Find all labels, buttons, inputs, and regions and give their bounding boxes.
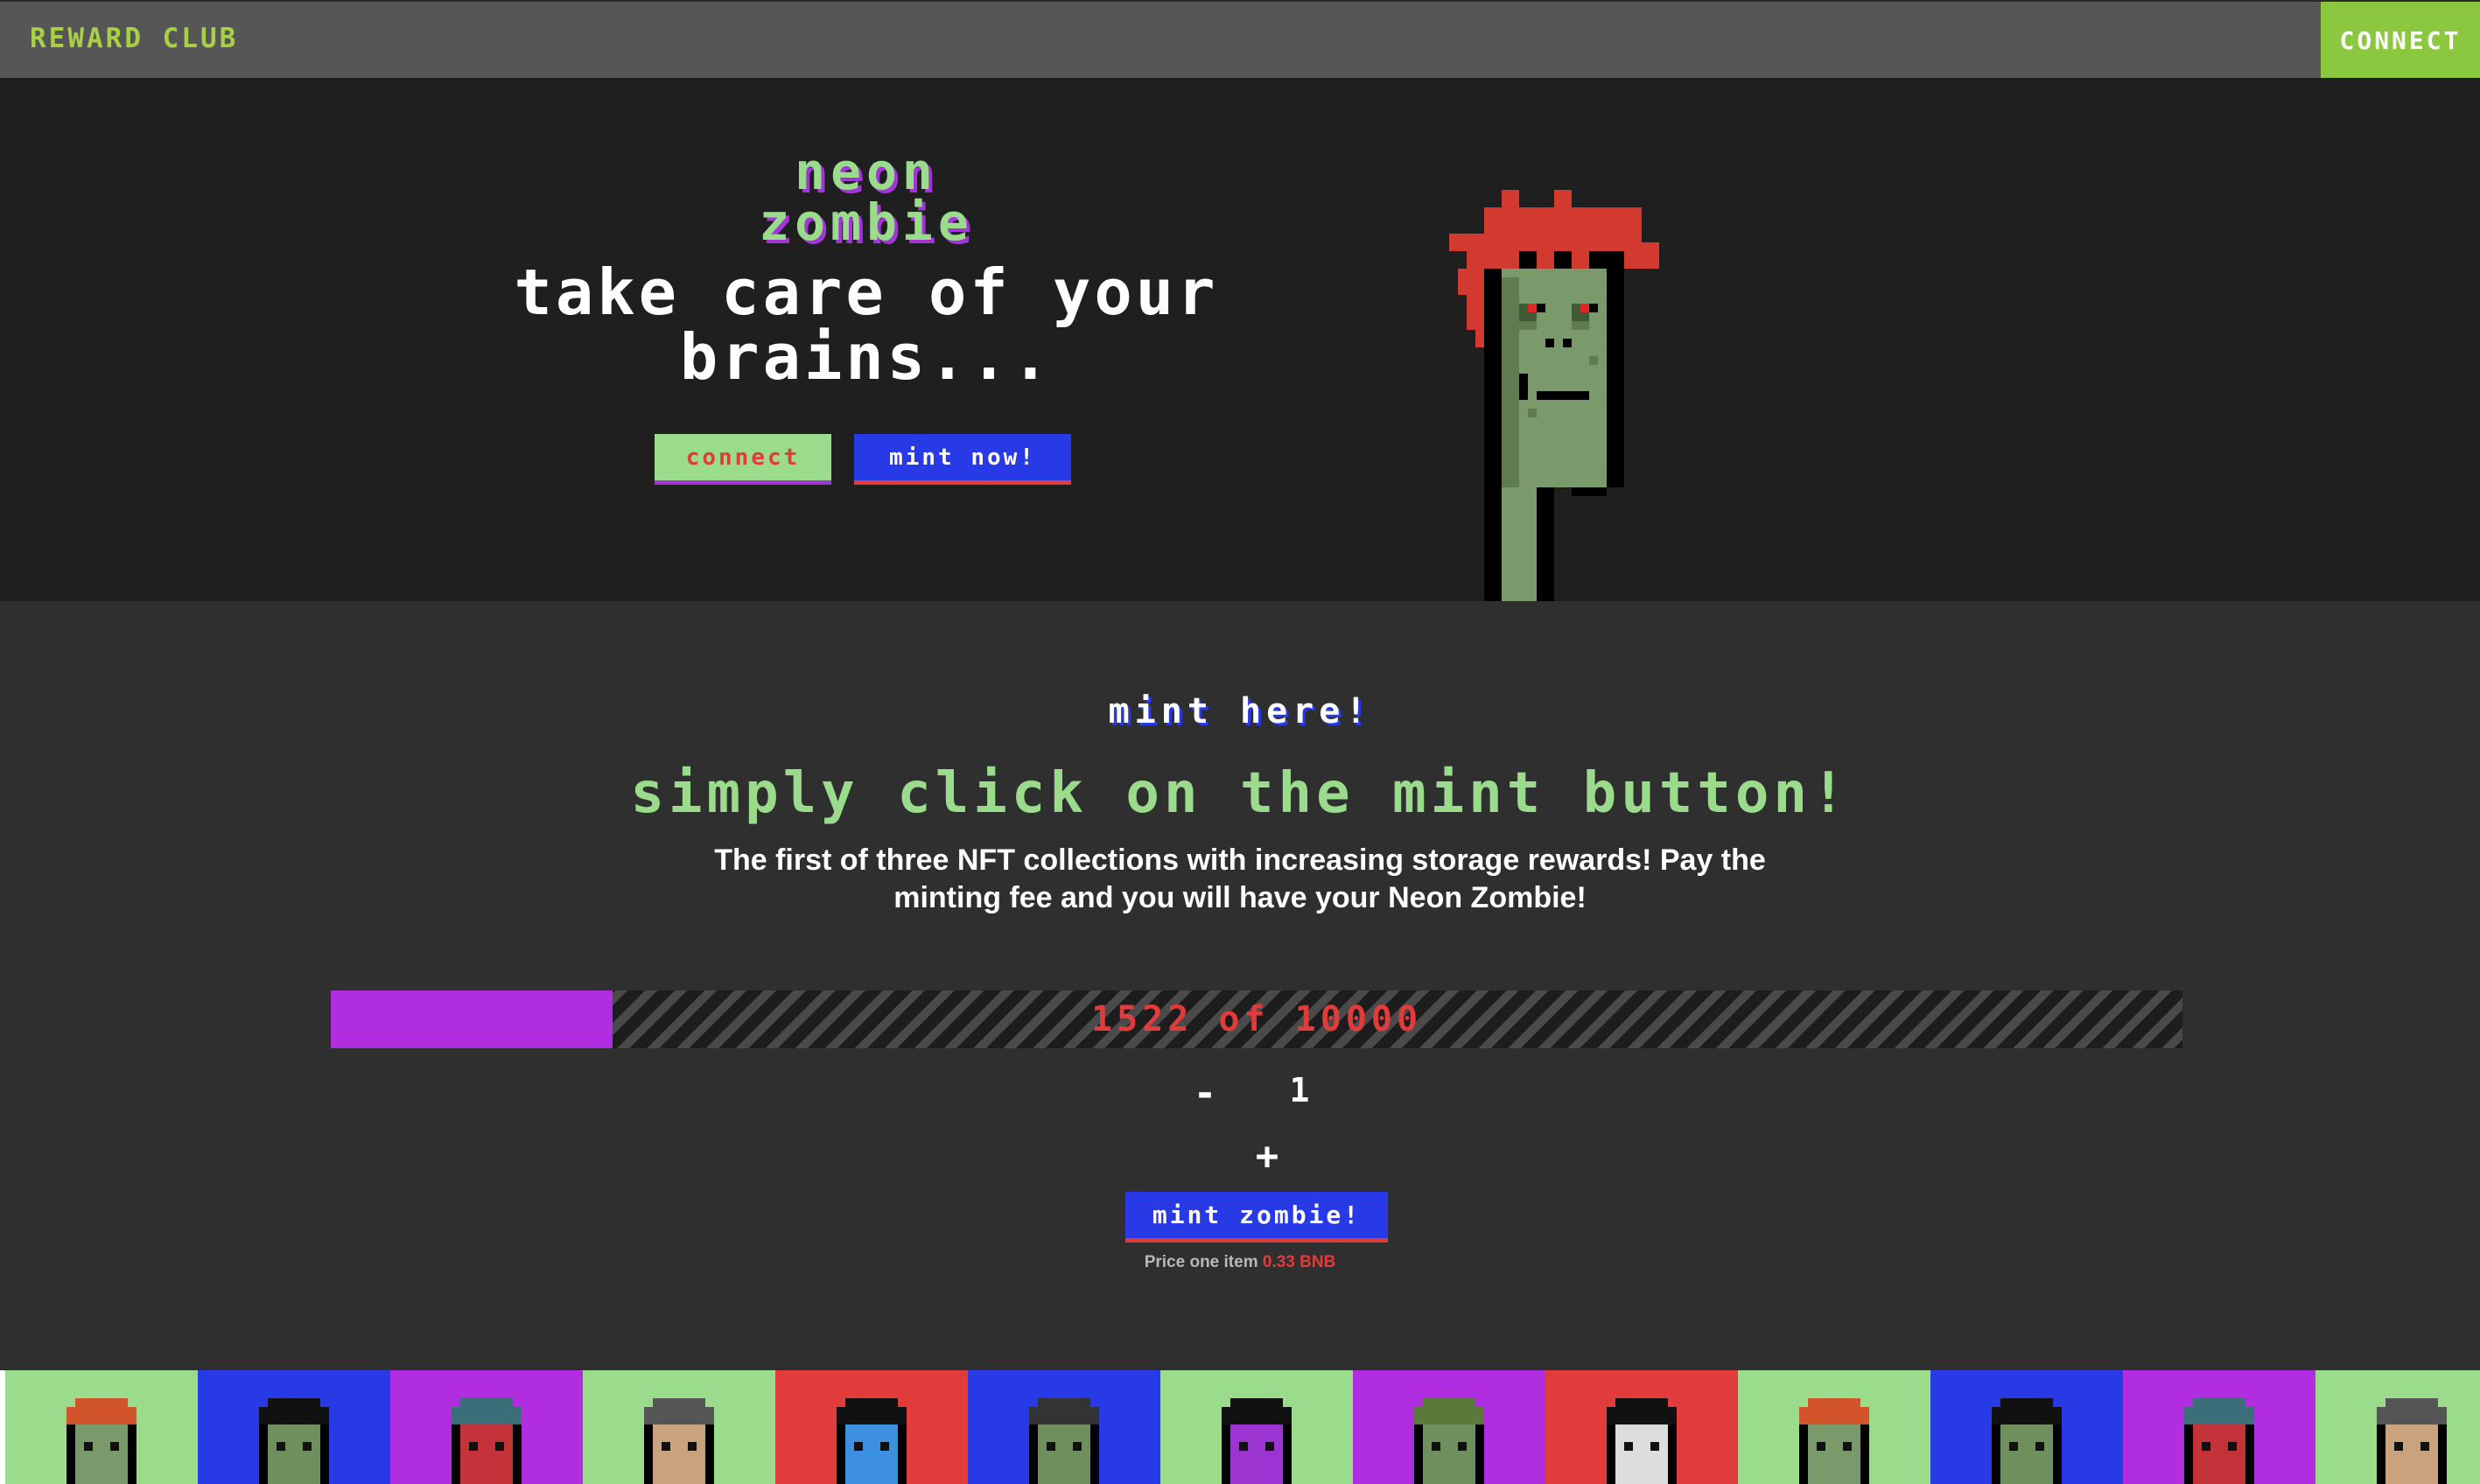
mint-lead-text: Simply click on the mint button!	[630, 761, 1850, 826]
mint-progress-label: 1522 of 10000	[1090, 999, 1423, 1040]
nft-thumbnail[interactable]	[1545, 1370, 1738, 1484]
nft-thumbnail[interactable]	[775, 1370, 968, 1484]
nft-thumbnail[interactable]	[390, 1370, 583, 1484]
brand-logo[interactable]: REWARD CLUB	[30, 23, 238, 54]
nft-avatar	[837, 1398, 907, 1484]
nft-avatar	[1222, 1398, 1292, 1484]
price-info: Price one item 0.33 BNB	[963, 1253, 1517, 1272]
quantity-decrement-button[interactable]: -	[1192, 1071, 1218, 1116]
nft-thumbnail[interactable]	[198, 1370, 390, 1484]
nft-thumbnail[interactable]	[2315, 1370, 2480, 1484]
nft-thumbnail[interactable]	[968, 1370, 1160, 1484]
quantity-value: 1	[1289, 1071, 1310, 1110]
top-nav: REWARD CLUB CONNECT	[0, 0, 2480, 80]
nft-avatar	[2184, 1398, 2254, 1484]
mint-progress-bar: 1522 of 10000	[331, 990, 2182, 1048]
hero-title-line1: NEON	[795, 142, 938, 201]
nft-thumbnail[interactable]	[1353, 1370, 1545, 1484]
nft-thumbnail[interactable]	[1930, 1370, 2123, 1484]
hero-subtitle: Take care of your brains...	[514, 256, 1219, 394]
hero-section: NEON ZOMBIE Take care of your brains... …	[0, 78, 2480, 601]
nft-avatar	[1992, 1398, 2062, 1484]
nft-avatar	[644, 1398, 714, 1484]
quantity-increment-button[interactable]: +	[1251, 1134, 1283, 1179]
nft-avatar	[1607, 1398, 1677, 1484]
nft-avatar	[1029, 1398, 1099, 1484]
mint-heading: mint here!	[1108, 691, 1372, 732]
nft-avatar	[1799, 1398, 1869, 1484]
nft-thumbnail[interactable]	[5, 1370, 198, 1484]
nft-avatar	[67, 1398, 137, 1484]
mint-zombie-button[interactable]: mint zombie!	[1125, 1192, 1388, 1242]
hero-title-line2: ZOMBIE	[759, 192, 974, 252]
price-label: Price one item	[1144, 1253, 1258, 1271]
nft-avatar	[259, 1398, 329, 1484]
nft-thumbnail[interactable]	[1738, 1370, 1930, 1484]
hero-connect-button[interactable]: connect	[655, 434, 831, 485]
nft-avatar	[2377, 1398, 2447, 1484]
price-value: 0.33 BNB	[1262, 1253, 1336, 1271]
nft-avatar	[1414, 1398, 1484, 1484]
nft-thumbnail[interactable]	[1160, 1370, 1353, 1484]
mint-now-button[interactable]: mint now!	[854, 434, 1071, 485]
nft-avatar	[452, 1398, 522, 1484]
nft-thumbnail[interactable]	[2123, 1370, 2315, 1484]
nft-thumbnail[interactable]	[583, 1370, 775, 1484]
mint-description: The first of three NFT collections with …	[714, 844, 1766, 914]
zombie-illustration	[1449, 190, 1659, 601]
hero-title: NEON ZOMBIE	[630, 146, 1103, 248]
nav-connect-button[interactable]: CONNECT	[2321, 2, 2480, 80]
nft-gallery-strip	[0, 1370, 2480, 1484]
